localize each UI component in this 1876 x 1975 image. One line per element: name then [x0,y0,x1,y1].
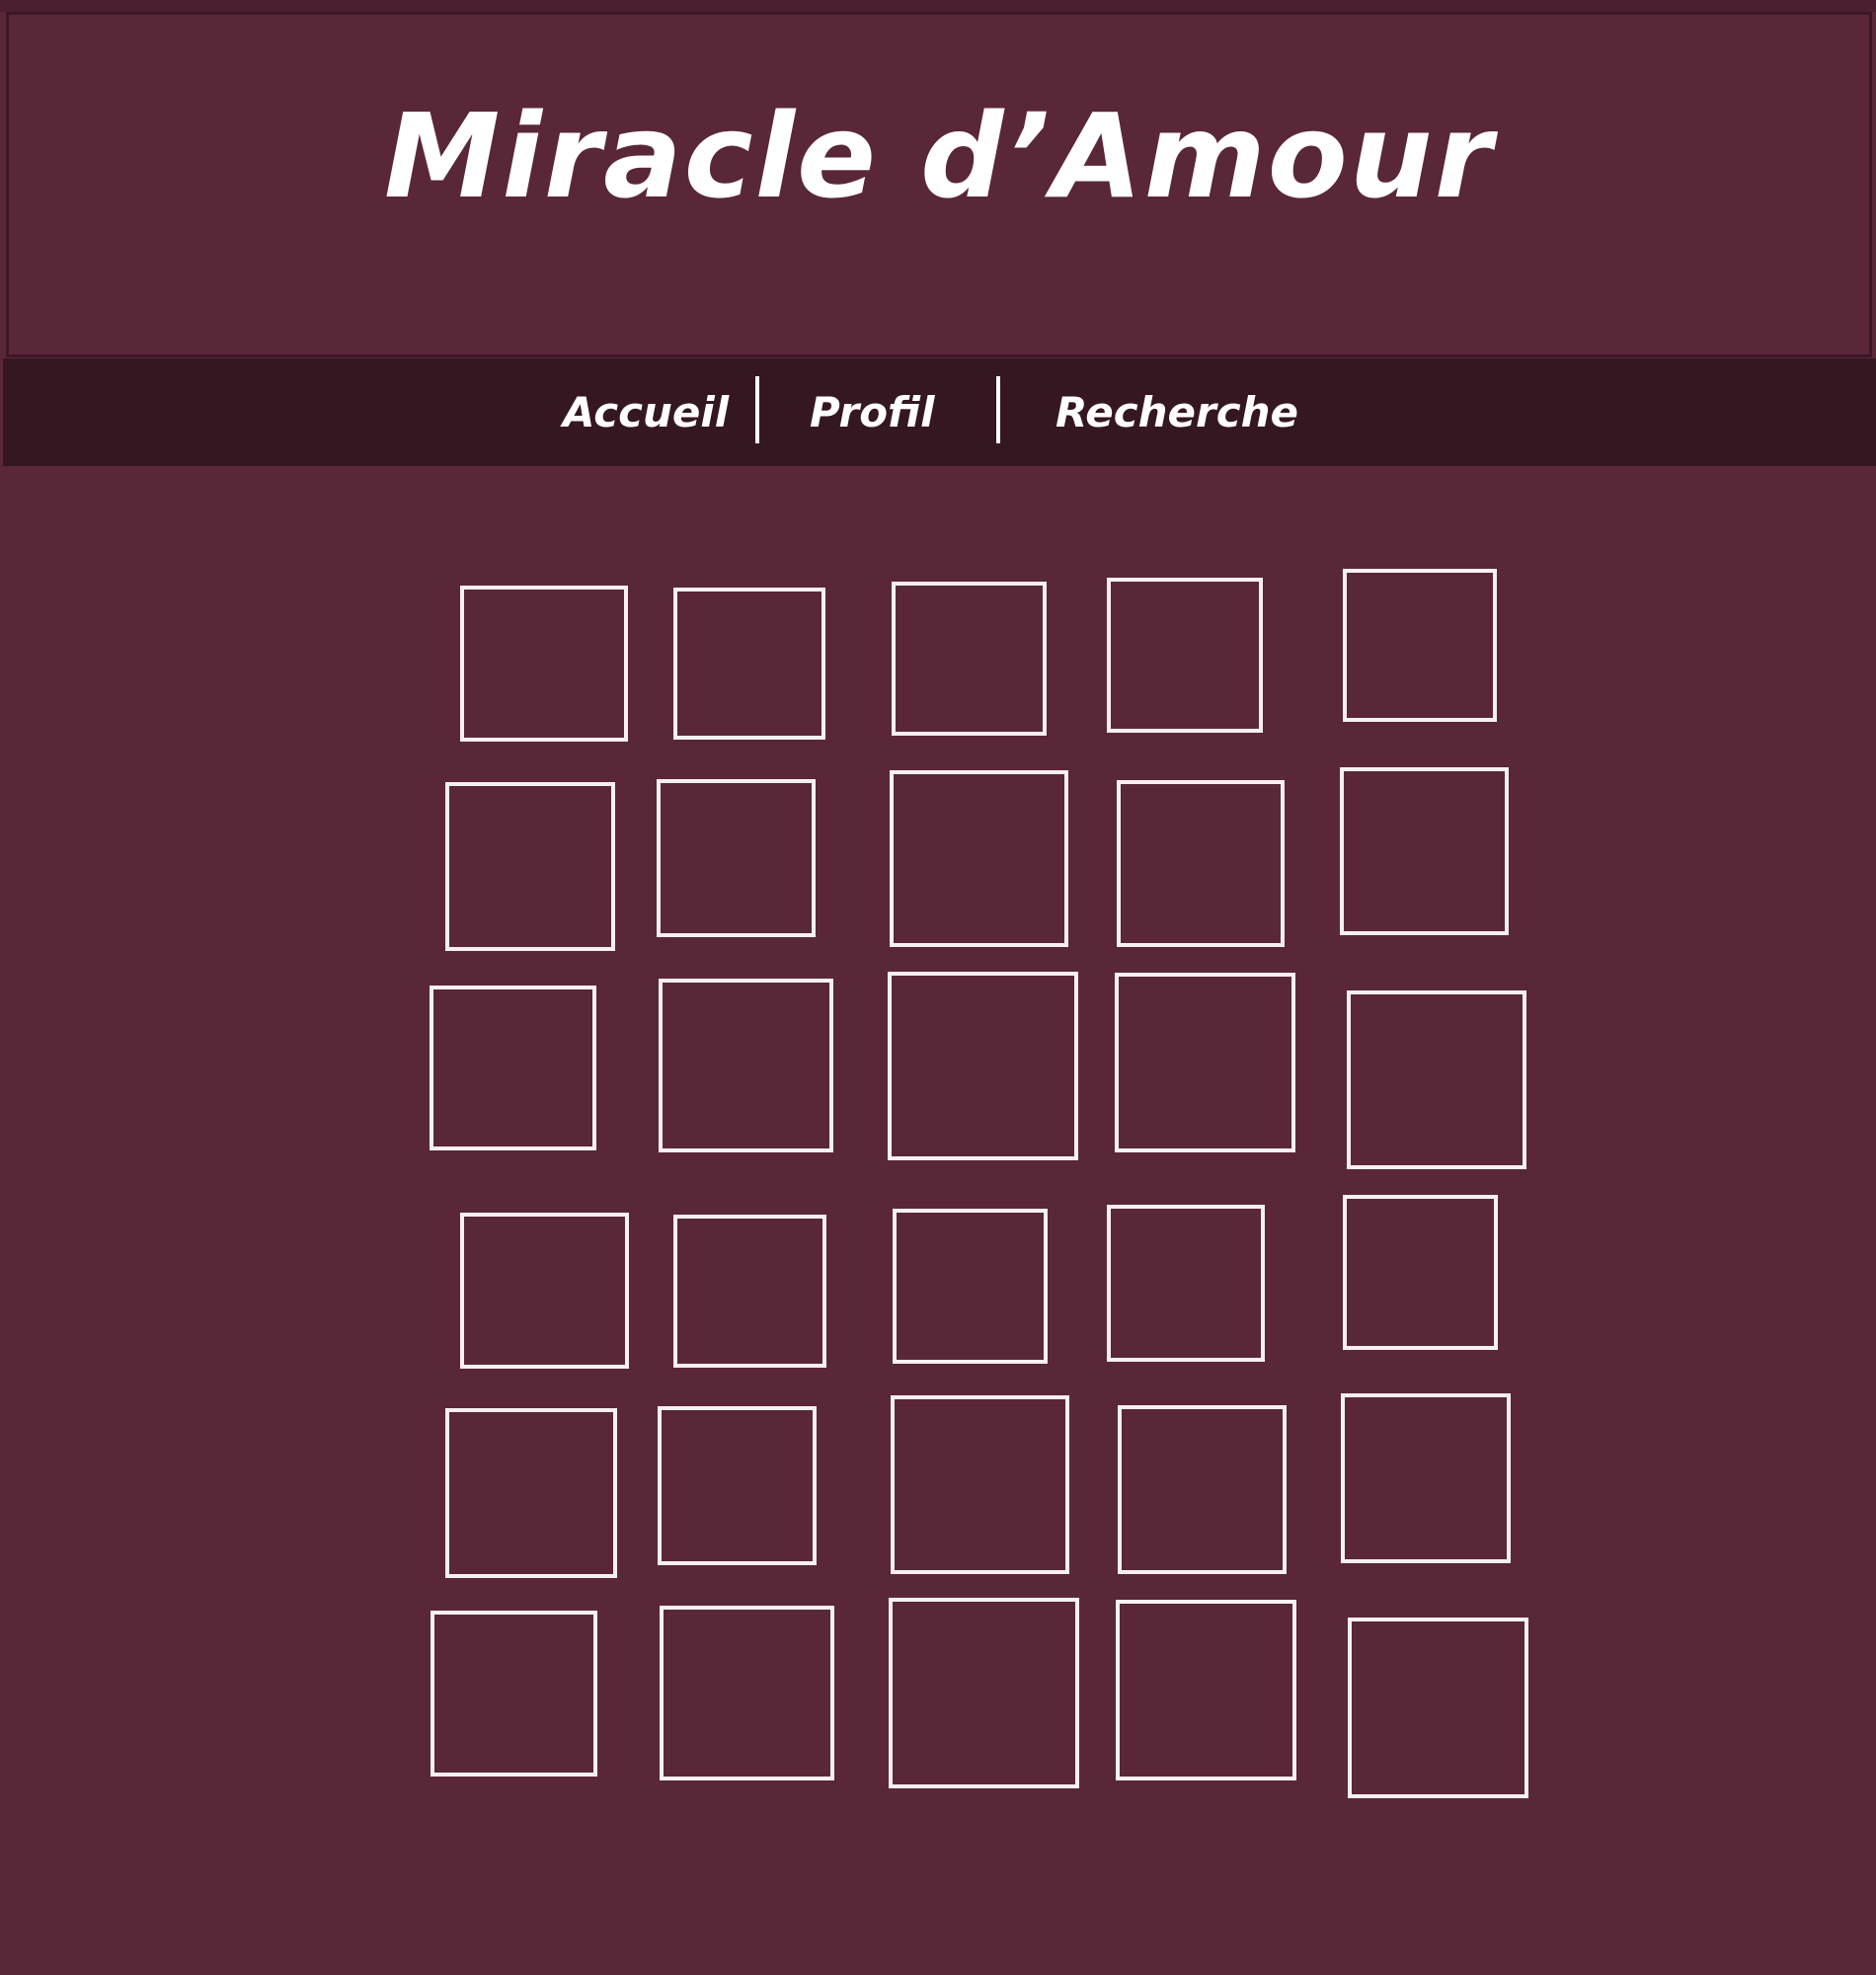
photo-placeholder[interactable] [1343,569,1497,722]
photo-placeholder[interactable] [1347,990,1526,1169]
photo-placeholder[interactable] [657,779,816,937]
nav-item-profil[interactable]: Profil [810,388,935,437]
nav-item-accueil[interactable]: Accueil [563,388,729,437]
photo-placeholder[interactable] [460,586,628,742]
photo-placeholder[interactable] [1340,767,1509,935]
photo-placeholder[interactable] [892,582,1047,736]
photo-placeholder[interactable] [430,986,596,1150]
photo-placeholder[interactable] [1115,973,1295,1152]
nav-divider [755,376,759,443]
photo-placeholder[interactable] [445,1408,617,1578]
photo-placeholder[interactable] [460,1213,629,1369]
main-nav: Accueil Profil Recherche [3,358,1876,466]
photo-placeholder[interactable] [659,979,833,1152]
photo-placeholder[interactable] [1107,1205,1265,1362]
nav-item-recherche[interactable]: Recherche [1055,388,1298,437]
photo-placeholder[interactable] [1348,1618,1528,1798]
photo-placeholder[interactable] [673,1215,826,1368]
photo-placeholder[interactable] [893,1209,1048,1364]
site-header: Miracle d’Amour [6,12,1872,357]
photo-placeholder[interactable] [1116,1600,1296,1780]
top-border [0,0,1876,12]
photo-placeholder[interactable] [445,782,615,951]
photo-placeholder[interactable] [673,588,825,740]
nav-divider [996,376,1000,443]
photo-placeholder[interactable] [891,1395,1069,1574]
photo-placeholder[interactable] [1118,1405,1287,1574]
photo-placeholder[interactable] [888,972,1078,1160]
photo-placeholder[interactable] [1107,578,1263,733]
photo-placeholder[interactable] [889,1598,1079,1788]
photo-placeholder[interactable] [1343,1195,1498,1350]
photo-placeholder[interactable] [658,1406,817,1565]
photo-placeholder[interactable] [1341,1393,1511,1563]
photo-placeholder[interactable] [660,1606,834,1780]
photo-placeholder[interactable] [430,1611,597,1777]
photo-placeholder[interactable] [890,770,1068,947]
site-title: Miracle d’Amour [383,88,1495,224]
photo-placeholder[interactable] [1117,780,1285,947]
